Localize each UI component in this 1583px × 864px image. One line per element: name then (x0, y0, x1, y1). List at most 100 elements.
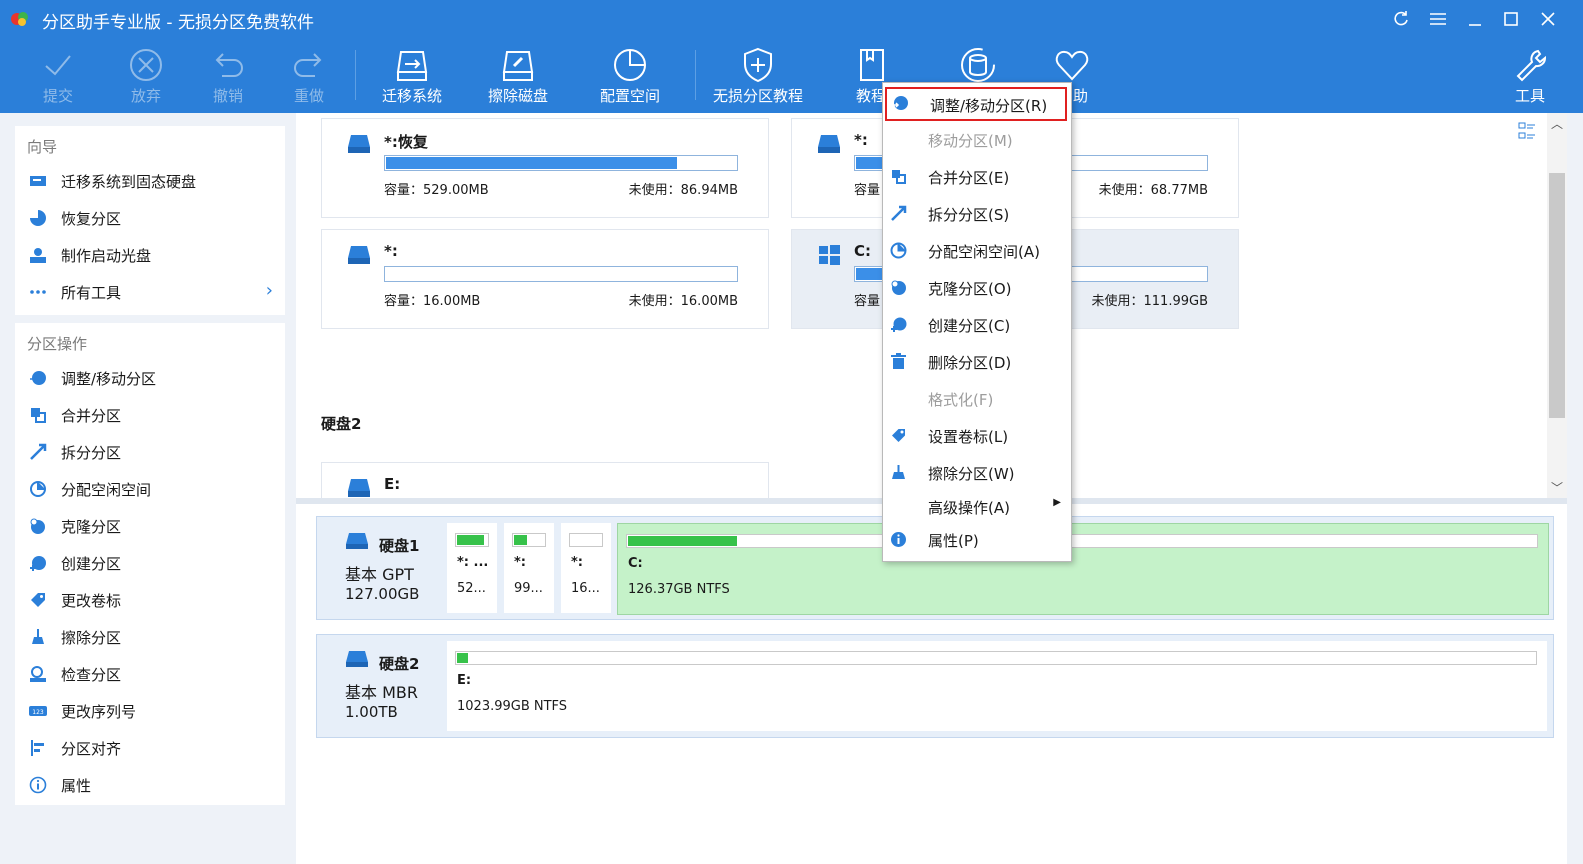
usage-bar (455, 651, 1537, 665)
view-toggle-icon[interactable] (1517, 120, 1537, 142)
menu-item-delete[interactable]: 删除分区(D) (883, 346, 1071, 376)
migrate-system-button[interactable]: 迁移系统 (372, 38, 452, 113)
usage-bar-fill (457, 535, 484, 545)
disk-icon (346, 651, 368, 667)
wipe-disk-button[interactable]: 擦除磁盘 (478, 38, 558, 113)
create-partition-icon (891, 317, 907, 332)
redo-icon (294, 53, 322, 77)
clone-icon (891, 280, 906, 295)
partition-block[interactable]: E: 1023.99GB NTFS (447, 641, 1547, 731)
submenu-arrow-icon: ▶ (1053, 497, 1061, 508)
scroll-up-icon[interactable]: ︿ (1551, 115, 1563, 132)
trash-icon (891, 353, 906, 369)
toolbar: 提交 放弃 撤销 重做 迁移系统 擦除磁盘 配置空间 无损分区教程 教程 助 工… (0, 38, 1583, 113)
menu-item-resize-move[interactable]: 调整/移动分区(R) (885, 87, 1067, 121)
shield-icon (744, 47, 772, 83)
menu-item-split[interactable]: 拆分分区(S) (883, 198, 1071, 228)
tools-button[interactable]: 工具 (1500, 38, 1560, 113)
drive-icon (348, 479, 370, 497)
usage-bar (384, 155, 738, 171)
serial-number-icon: 123 (29, 706, 47, 716)
disk-icon (346, 533, 368, 549)
redo-button[interactable]: 重做 (279, 38, 339, 113)
menu-item-advanced[interactable]: 高级操作(A) ▶ (883, 491, 1071, 521)
op-create[interactable]: 创建分区 (15, 548, 285, 578)
allocate-free-icon (890, 242, 907, 259)
menu-icon[interactable] (1425, 6, 1451, 32)
wizard-item-boot-disc[interactable]: 制作启动光盘 (15, 240, 285, 270)
partition-card[interactable]: E: (321, 462, 769, 498)
usage-bar (512, 533, 546, 547)
info-icon (891, 532, 906, 547)
create-partition-icon (30, 556, 46, 571)
usage-bar-fill (457, 653, 468, 663)
partition-block[interactable]: *: 16... (561, 523, 611, 613)
usage-bar-fill (628, 536, 737, 546)
op-clone[interactable]: 克隆分区 (15, 511, 285, 541)
menu-item-wipe[interactable]: 擦除分区(W) (883, 457, 1071, 487)
op-align[interactable]: 分区对齐 (15, 733, 285, 763)
allocate-space-button[interactable]: 配置空间 (590, 38, 670, 113)
broom-icon (892, 465, 905, 479)
op-check[interactable]: 检查分区 (15, 659, 285, 689)
op-properties[interactable]: 属性 (15, 770, 285, 800)
title-bar: 分区助手专业版 - 无损分区免费软件 (0, 0, 1583, 38)
partition-block[interactable]: *: ... 52... (447, 523, 497, 613)
tutorial-button[interactable]: 无损分区教程 (708, 38, 808, 113)
migrate-ssd-icon (30, 176, 46, 186)
partition-card[interactable]: *: 容量：16.00MB 未使用：16.00MB (321, 229, 769, 329)
op-merge[interactable]: 合并分区 (15, 400, 285, 430)
windows-icon (819, 245, 840, 265)
op-wipe[interactable]: 擦除分区 (15, 622, 285, 652)
menu-item-properties[interactable]: 属性(P) (883, 524, 1071, 554)
wizard-item-all-tools[interactable]: 所有工具 › (15, 277, 285, 307)
discard-button[interactable]: 放弃 (116, 38, 176, 113)
menu-item-set-label[interactable]: 设置卷标(L) (883, 420, 1071, 450)
disk2-section-label: 硬盘2 (321, 415, 362, 433)
menu-item-format[interactable]: 格式化(F) (883, 383, 1071, 413)
database-icon (961, 48, 995, 82)
undo-button[interactable]: 撤销 (198, 38, 258, 113)
op-allocate-free[interactable]: 分配空闲空间 (15, 474, 285, 504)
menu-item-create[interactable]: 创建分区(C) (883, 309, 1071, 339)
scrollbar-thumb[interactable] (1549, 173, 1565, 418)
op-change-label[interactable]: 更改卷标 (15, 585, 285, 615)
wizard-item-migrate-ssd[interactable]: 迁移系统到固态硬盘 (15, 166, 285, 196)
menu-item-clone[interactable]: 克隆分区(O) (883, 272, 1071, 302)
usage-bar-fill (514, 535, 527, 545)
resize-move-icon (893, 96, 908, 110)
heart-icon (1055, 50, 1089, 81)
wizard-panel: 向导 迁移系统到固态硬盘 恢复分区 制作启动光盘 所有工具 › (15, 126, 285, 315)
context-menu: 调整/移动分区(R) 移动分区(M) 合并分区(E) 拆分分区(S) 分配空闲空… (882, 82, 1072, 562)
check-icon (45, 55, 71, 76)
op-change-serial[interactable]: 123 更改序列号 (15, 696, 285, 726)
op-split[interactable]: 拆分分区 (15, 437, 285, 467)
maximize-icon[interactable] (1498, 6, 1524, 32)
usage-bar (455, 533, 489, 547)
commit-button[interactable]: 提交 (28, 38, 88, 113)
recover-partition-icon (30, 210, 46, 226)
usage-bar (626, 534, 1538, 548)
merge-icon (892, 170, 906, 184)
broom-icon (32, 629, 44, 644)
cancel-circle-icon (130, 49, 162, 81)
vertical-scrollbar[interactable]: ︿ ﹀ (1547, 113, 1567, 498)
partition-card[interactable]: *:恢复 容量：529.00MB 未使用：86.94MB (321, 118, 769, 218)
menu-item-merge[interactable]: 合并分区(E) (883, 161, 1071, 191)
partition-block[interactable]: *: 99... (504, 523, 554, 613)
window-title: 分区助手专业版 - 无损分区免费软件 (42, 13, 314, 33)
book-icon (860, 49, 884, 81)
menu-item-allocate-free[interactable]: 分配空闲空间(A) (883, 235, 1071, 265)
tag-icon (31, 593, 45, 607)
menu-item-move[interactable]: 移动分区(M) (883, 124, 1071, 154)
scroll-down-icon[interactable]: ﹀ (1551, 479, 1563, 496)
check-partition-icon (30, 666, 46, 682)
minimize-icon[interactable] (1462, 6, 1488, 32)
disk-row[interactable]: 硬盘2 基本 MBR 1.00TB E: 1023.99GB NTFS (316, 634, 1554, 738)
close-icon[interactable] (1535, 6, 1561, 32)
align-icon (31, 740, 44, 756)
refresh-icon[interactable] (1388, 6, 1414, 32)
partition-block-selected[interactable]: C: 126.37GB NTFS (617, 523, 1549, 615)
op-resize-move[interactable]: 调整/移动分区 (15, 363, 285, 393)
wizard-item-recover-partition[interactable]: 恢复分区 (15, 203, 285, 233)
